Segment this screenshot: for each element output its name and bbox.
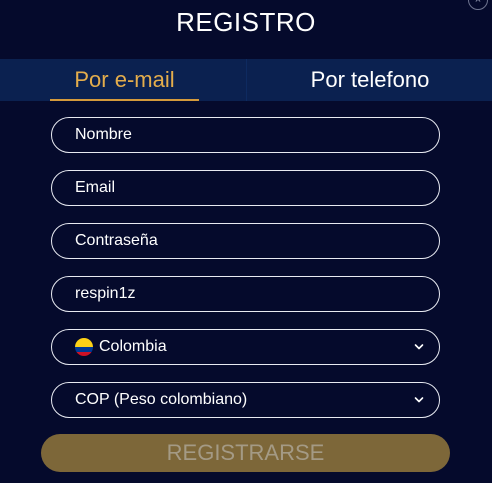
promo-code-input[interactable]: [52, 277, 439, 311]
colombia-flag-icon: [75, 338, 93, 356]
name-field: [51, 117, 440, 153]
password-field: [51, 223, 440, 259]
promo-code-field: [51, 276, 440, 312]
tab-phone[interactable]: Por telefono: [246, 59, 492, 101]
email-field: [51, 170, 440, 206]
registration-dialog: × REGISTRO Por e-mail Por telefono Colom…: [0, 0, 492, 483]
register-button[interactable]: REGISTRARSE: [41, 434, 450, 472]
registration-tabs: Por e-mail Por telefono: [0, 59, 492, 101]
password-input[interactable]: [52, 224, 439, 258]
tab-email-label: Por e-mail: [74, 67, 175, 92]
active-tab-indicator: [50, 99, 199, 101]
country-select-value: Colombia: [99, 338, 167, 355]
name-input[interactable]: [52, 118, 439, 152]
currency-select[interactable]: COP (Peso colombiano): [51, 382, 440, 418]
chevron-down-icon: [414, 344, 424, 350]
email-input[interactable]: [52, 171, 439, 205]
chevron-down-icon: [414, 397, 424, 403]
dialog-title: REGISTRO: [176, 7, 316, 37]
tab-email[interactable]: Por e-mail: [50, 59, 199, 101]
tab-phone-label: Por telefono: [310, 67, 430, 92]
country-select[interactable]: Colombia: [51, 329, 440, 365]
currency-select-value: COP (Peso colombiano): [75, 391, 248, 408]
